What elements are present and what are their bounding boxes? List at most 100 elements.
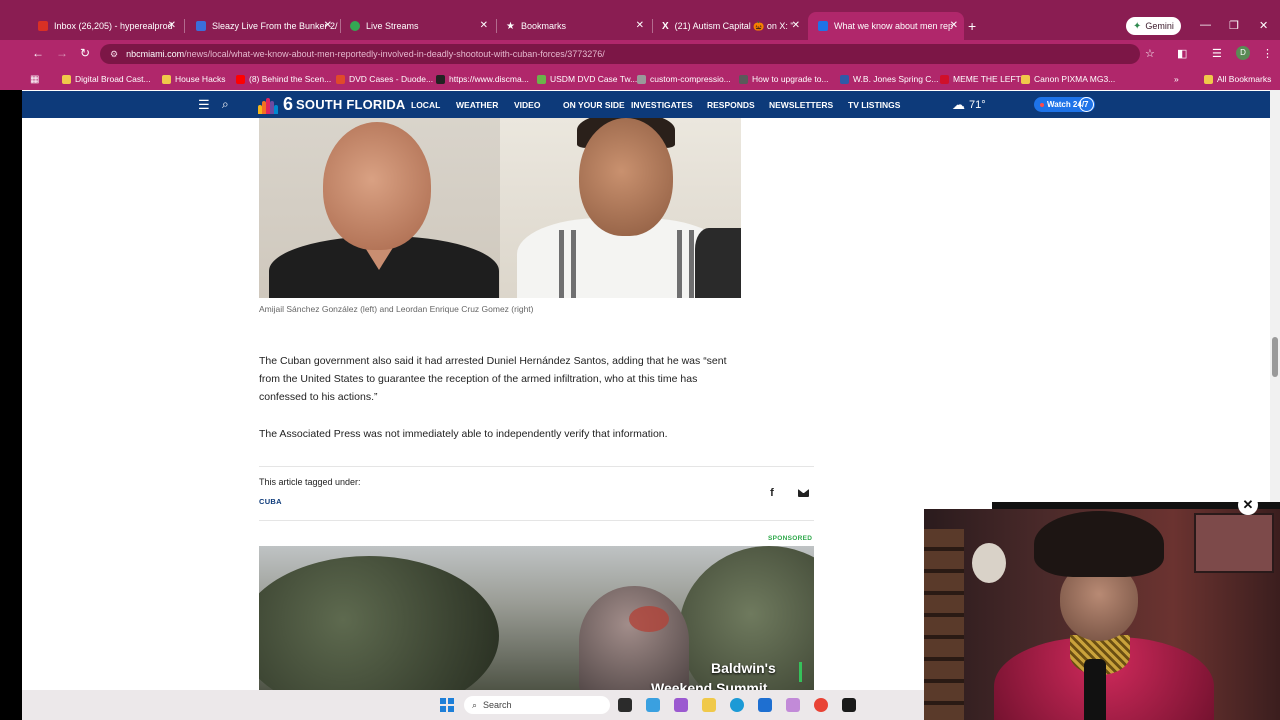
gemini-button[interactable]: ✦ Gemini bbox=[1126, 17, 1181, 35]
lens-icon[interactable]: ◧ bbox=[1177, 47, 1187, 60]
partly-cloudy-icon: ☁ bbox=[952, 97, 965, 112]
address-bar[interactable]: ⚙ nbcmiami.com/news/local/what-we-know-a… bbox=[100, 44, 1140, 64]
store-icon[interactable] bbox=[758, 698, 772, 712]
peacock-icon bbox=[258, 96, 280, 114]
sponsored-video[interactable]: Baldwin's Weekend Summit bbox=[259, 546, 814, 690]
bookmark-item[interactable]: How to upgrade to... bbox=[739, 72, 829, 86]
bookmark-item[interactable]: USDM DVD Case Tw... bbox=[537, 72, 637, 86]
bookmark-item[interactable]: https://www.discma... bbox=[436, 72, 529, 86]
video-title-line2: Weekend Summit bbox=[651, 680, 768, 690]
gemini-label: Gemini bbox=[1145, 21, 1174, 31]
bookmark-star-icon[interactable]: ☆ bbox=[1145, 47, 1155, 60]
play-icon bbox=[350, 21, 360, 31]
article-paragraph: The Associated Press was not immediately… bbox=[259, 428, 668, 440]
email-share-icon[interactable] bbox=[796, 486, 810, 500]
bookmarks-bar: ▦ Digital Broad Cast... House Hacks (8) … bbox=[0, 68, 1280, 90]
site-icon bbox=[537, 74, 546, 84]
more-bookmarks-icon[interactable]: » bbox=[1174, 72, 1179, 86]
bookmark-item[interactable]: Canon PIXMA MG3... bbox=[1021, 72, 1115, 86]
facebook-share-icon[interactable]: f bbox=[765, 486, 779, 500]
nav-weather[interactable]: WEATHER bbox=[456, 100, 498, 110]
tab-label: Bookmarks bbox=[520, 21, 566, 31]
apps-grid-icon[interactable]: ▦ bbox=[30, 72, 39, 86]
more-menu-icon[interactable]: ⋮ bbox=[1262, 47, 1273, 60]
site-icon bbox=[637, 74, 646, 84]
tab-bookmarks[interactable]: ★ Bookmarks ✕ bbox=[496, 12, 650, 40]
sponsored-label: SPONSORED bbox=[768, 535, 813, 542]
tab-live-streams[interactable]: Live Streams ✕ bbox=[340, 12, 494, 40]
tag-link[interactable]: CUBA bbox=[259, 497, 282, 506]
hamburger-menu-icon[interactable]: ☰ bbox=[198, 97, 210, 113]
article-photo bbox=[259, 118, 741, 298]
tab-nbc-active[interactable]: What we know about men rep ✕ bbox=[808, 12, 964, 40]
close-icon[interactable]: ✕ bbox=[950, 20, 958, 31]
site-icon bbox=[336, 74, 345, 84]
app-icon[interactable] bbox=[786, 698, 800, 712]
divider bbox=[259, 520, 814, 521]
video-title: Baldwin's bbox=[711, 660, 776, 676]
bookmark-item[interactable]: House Hacks bbox=[162, 72, 226, 86]
close-icon[interactable]: ✕ bbox=[480, 20, 488, 31]
logo-name: SOUTH FLORIDA bbox=[296, 97, 406, 112]
site-info-icon[interactable]: ⚙ bbox=[110, 49, 118, 60]
close-icon[interactable]: ✕ bbox=[1238, 495, 1258, 515]
folder-icon bbox=[62, 74, 71, 84]
edge-icon[interactable] bbox=[730, 698, 744, 712]
close-icon[interactable]: ✕ bbox=[168, 20, 176, 31]
windows-taskbar: ⌕ Search bbox=[22, 690, 924, 720]
url-text: nbcmiami.com/news/local/what-we-know-abo… bbox=[126, 49, 605, 59]
temperature: 71° bbox=[969, 99, 986, 111]
close-icon[interactable]: ✕ bbox=[636, 20, 644, 31]
photo-caption: Amijail Sánchez González (left) and Leor… bbox=[259, 304, 534, 314]
search-icon[interactable]: ⌕ bbox=[222, 97, 229, 112]
divider bbox=[259, 466, 814, 467]
restore-icon[interactable]: ❐ bbox=[1229, 19, 1239, 32]
nav-on-your-side[interactable]: ON YOUR SIDE bbox=[563, 100, 625, 110]
all-bookmarks[interactable]: All Bookmarks bbox=[1204, 72, 1271, 86]
nav-video[interactable]: VIDEO bbox=[514, 100, 540, 110]
nav-local[interactable]: LOCAL bbox=[411, 100, 440, 110]
nav-responds[interactable]: RESPONDS bbox=[707, 100, 755, 110]
minimize-icon[interactable]: — bbox=[1200, 19, 1211, 31]
back-arrow-icon[interactable]: ← bbox=[32, 46, 44, 60]
teams-icon[interactable] bbox=[674, 698, 688, 712]
live-dot-icon bbox=[1040, 102, 1044, 107]
tab-x[interactable]: X (21) Autism Capital 🎃 on X: " ✕ bbox=[652, 12, 806, 40]
new-tab-button[interactable]: + bbox=[968, 18, 976, 34]
bookmark-item[interactable]: DVD Cases - Duode... bbox=[336, 72, 433, 86]
nav-newsletters[interactable]: NEWSLETTERS bbox=[769, 100, 833, 110]
browser-toolbar: ← → ↻ ⚙ nbcmiami.com/news/local/what-we-… bbox=[0, 40, 1280, 68]
search-icon: ⌕ bbox=[472, 699, 478, 710]
x-logo-icon: X bbox=[662, 20, 669, 32]
nav-investigates[interactable]: INVESTIGATES bbox=[631, 100, 693, 110]
bookmark-item[interactable]: MEME THE LEFT bbox=[940, 72, 1021, 86]
forward-arrow-icon[interactable]: → bbox=[56, 46, 68, 60]
bookmark-item[interactable]: Digital Broad Cast... bbox=[62, 72, 151, 86]
close-icon[interactable]: ✕ bbox=[792, 20, 800, 31]
profile-avatar[interactable]: D bbox=[1236, 46, 1250, 60]
browser-tab-strip: Inbox (26,205) - hyperealprod ✕ Sleazy L… bbox=[0, 0, 1280, 40]
nbc6-logo[interactable]: 6 SOUTH FLORIDA bbox=[258, 94, 406, 115]
site-icon bbox=[436, 74, 445, 84]
task-view-icon[interactable] bbox=[618, 698, 632, 712]
close-icon[interactable]: ✕ bbox=[324, 20, 332, 31]
extensions-icon[interactable]: ☰ bbox=[1212, 47, 1222, 60]
tab-gmail[interactable]: Inbox (26,205) - hyperealprod ✕ bbox=[28, 12, 182, 40]
reload-icon[interactable]: ↻ bbox=[80, 46, 90, 60]
chrome-icon[interactable] bbox=[814, 698, 828, 712]
tab-label: Live Streams bbox=[366, 21, 419, 31]
copilot-icon[interactable] bbox=[646, 698, 660, 712]
close-window-icon[interactable]: ✕ bbox=[1259, 19, 1268, 32]
file-explorer-icon[interactable] bbox=[702, 698, 716, 712]
taskbar-search[interactable]: ⌕ Search bbox=[464, 696, 610, 714]
app-icon[interactable] bbox=[842, 698, 856, 712]
nav-tv-listings[interactable]: TV LISTINGS bbox=[848, 100, 900, 110]
account-icon[interactable] bbox=[1079, 97, 1094, 112]
bookmark-item[interactable]: W.B. Jones Spring C... bbox=[840, 72, 939, 86]
bookmark-item[interactable]: custom-compressio... bbox=[637, 72, 731, 86]
windows-start-icon[interactable] bbox=[440, 698, 454, 712]
tab-sleazy[interactable]: Sleazy Live From the Bunker 2/ ✕ bbox=[186, 12, 338, 40]
weather-widget[interactable]: ☁ 71° bbox=[952, 97, 986, 113]
scrollbar-thumb[interactable] bbox=[1272, 337, 1278, 377]
bookmark-item[interactable]: (8) Behind the Scen... bbox=[236, 72, 331, 86]
